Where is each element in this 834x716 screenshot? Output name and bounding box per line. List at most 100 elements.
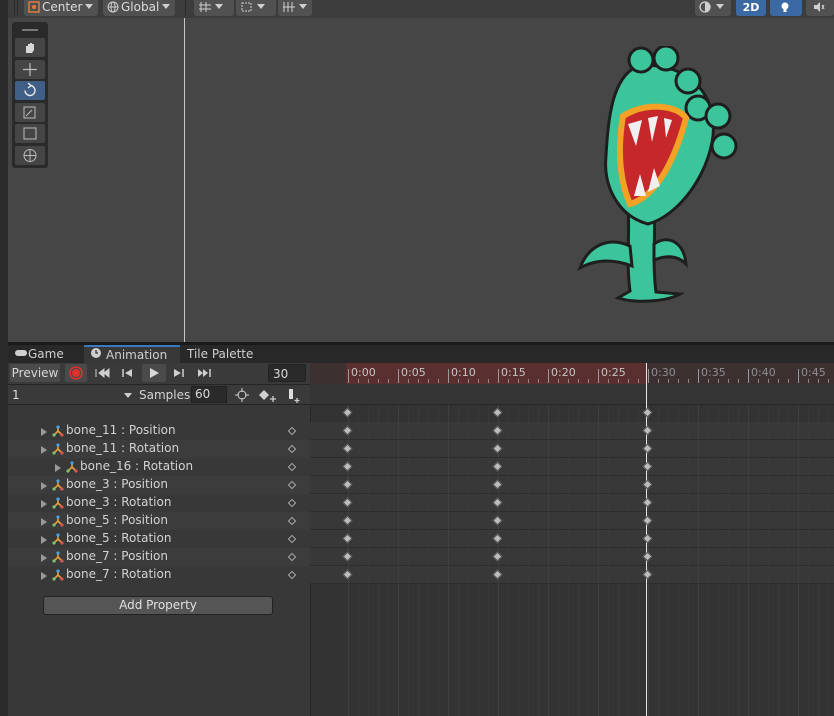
keyframe-toggle-icon[interactable] (287, 480, 297, 490)
ruler-minor-tick (708, 379, 709, 383)
property-row[interactable]: bone_5 : Rotation (8, 530, 310, 548)
play-button[interactable] (142, 364, 166, 382)
property-label: bone_11 : Position (66, 423, 176, 437)
2d-mode-toggle[interactable]: 2D (736, 0, 766, 16)
previous-keyframe-button[interactable] (116, 364, 138, 382)
event-lane[interactable] (310, 384, 834, 405)
toolbar-divider (14, 0, 15, 15)
light-bulb-icon (779, 1, 791, 13)
frame-grid-line (678, 405, 679, 716)
pivot-mode-dropdown[interactable]: Center (24, 0, 98, 16)
expand-arrow-icon[interactable] (41, 482, 47, 490)
last-keyframe-button[interactable] (194, 364, 218, 382)
clock-icon (90, 347, 106, 363)
frame-grid-line (588, 405, 589, 716)
property-row[interactable]: bone_3 : Position (8, 476, 310, 494)
frame-grid-line (528, 405, 529, 716)
render-mode-dropdown[interactable] (695, 0, 731, 16)
tab-tile-palette[interactable]: Tile Palette (181, 345, 271, 363)
hand-tool-button[interactable] (15, 38, 45, 57)
grid-snap-dropdown[interactable] (194, 0, 234, 16)
frame-grid-line (818, 405, 819, 716)
frame-grid-line (448, 405, 449, 716)
current-frame-field[interactable]: 30 (268, 364, 306, 382)
pivot-rotation-label: Global (121, 0, 160, 14)
add-event-button[interactable] (284, 386, 304, 404)
ruler-minor-tick (558, 379, 559, 383)
add-keyframe-button[interactable] (256, 386, 278, 404)
expand-arrow-icon[interactable] (41, 536, 47, 544)
expand-arrow-icon[interactable] (41, 554, 47, 562)
ruler-tick-label: 0:00 (351, 366, 376, 379)
audio-toggle[interactable] (806, 0, 834, 16)
keyframe-toggle-icon[interactable] (287, 570, 297, 580)
frame-grid-line (458, 405, 459, 716)
keyframe-toggle-icon[interactable] (287, 426, 297, 436)
frame-grid-line (768, 405, 769, 716)
add-property-button[interactable]: Add Property (43, 596, 273, 615)
chevron-down-icon (299, 4, 307, 9)
chevron-down-icon (85, 4, 94, 9)
increment-snap-dropdown[interactable] (236, 0, 276, 16)
crosshair-icon (235, 388, 249, 402)
expand-arrow-icon[interactable] (41, 500, 47, 508)
expand-arrow-icon[interactable] (41, 428, 47, 436)
property-row[interactable]: bone_11 : Rotation (8, 440, 310, 458)
tab-animation[interactable]: Animation (84, 345, 180, 363)
tab-game-label: Game (28, 347, 64, 361)
frame-grid-line (518, 405, 519, 716)
ruler-minor-tick (508, 379, 509, 383)
venus-flytrap-character[interactable] (568, 46, 748, 310)
pivot-rotation-dropdown[interactable]: Global (103, 0, 175, 16)
ruler-tick (648, 369, 649, 383)
first-keyframe-button[interactable] (90, 364, 112, 382)
frame-grid-line (758, 405, 759, 716)
keyframe-toggle-icon[interactable] (287, 552, 297, 562)
move-tool-button[interactable] (15, 60, 45, 79)
ruler-minor-tick (658, 379, 659, 383)
ruler-minor-tick (768, 379, 769, 383)
align-dropdown[interactable] (278, 0, 312, 16)
property-row[interactable]: bone_11 : Position (8, 422, 310, 440)
samples-field[interactable]: 60 (191, 386, 227, 403)
ruler-minor-tick (638, 379, 639, 383)
scene-view[interactable] (8, 18, 834, 342)
next-keyframe-button[interactable] (168, 364, 190, 382)
preview-button[interactable]: Preview (10, 364, 60, 382)
frame-grid-line (628, 405, 629, 716)
property-row[interactable]: bone_16 : Rotation (8, 458, 310, 476)
frame-grid-line (728, 405, 729, 716)
property-row[interactable]: bone_7 : Position (8, 548, 310, 566)
bone-icon (52, 443, 64, 455)
expand-arrow-icon[interactable] (55, 464, 61, 472)
clip-dropdown[interactable]: 1 (8, 386, 134, 404)
frame-grid-line (688, 405, 689, 716)
keyframe-toggle-icon[interactable] (287, 498, 297, 508)
ruler-tick-label: 0:30 (651, 366, 676, 379)
keyframe-toggle-icon[interactable] (287, 462, 297, 472)
property-label: bone_3 : Rotation (66, 495, 172, 509)
rect-tool-button[interactable] (15, 124, 45, 143)
property-row[interactable]: bone_5 : Position (8, 512, 310, 530)
record-button[interactable] (65, 364, 87, 382)
drag-handle[interactable] (22, 29, 38, 31)
rotate-tool-button[interactable] (15, 81, 45, 100)
tab-game[interactable]: Game (8, 345, 84, 363)
lighting-toggle[interactable] (770, 0, 802, 16)
expand-arrow-icon[interactable] (41, 518, 47, 526)
frame-grid-line (548, 405, 549, 716)
property-label: bone_7 : Rotation (66, 567, 172, 581)
property-label: bone_16 : Rotation (80, 459, 194, 473)
expand-arrow-icon[interactable] (41, 572, 47, 580)
keyframe-toggle-icon[interactable] (287, 516, 297, 526)
transform-tool-button[interactable] (15, 146, 45, 165)
scale-tool-button[interactable] (15, 103, 45, 122)
gamepad-icon (14, 345, 28, 363)
expand-arrow-icon[interactable] (41, 446, 47, 454)
keyframe-toggle-icon[interactable] (287, 444, 297, 454)
property-row[interactable]: bone_7 : Rotation (8, 566, 310, 584)
property-row[interactable]: bone_3 : Rotation (8, 494, 310, 512)
ruler-tick (348, 369, 349, 383)
snap-keyframe-button[interactable] (233, 386, 251, 404)
keyframe-toggle-icon[interactable] (287, 534, 297, 544)
